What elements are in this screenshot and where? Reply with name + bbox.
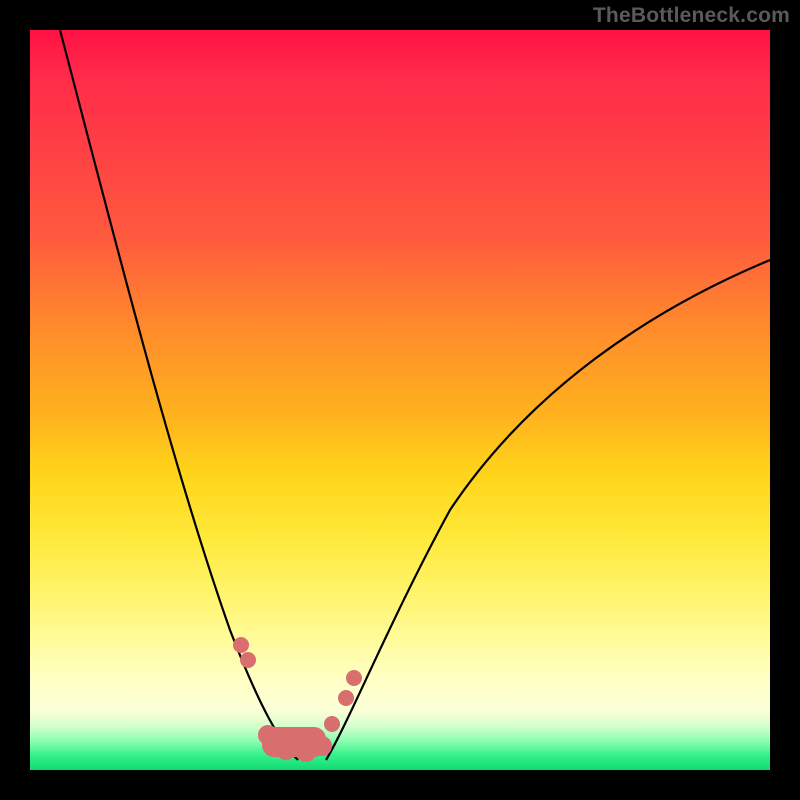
curve-right xyxy=(326,260,770,760)
marker-cluster xyxy=(233,637,362,762)
watermark-text: TheBottleneck.com xyxy=(593,4,790,28)
chart-svg xyxy=(30,30,770,770)
curve-left xyxy=(60,30,298,760)
plot-area xyxy=(30,30,770,770)
chart-stage: TheBottleneck.com xyxy=(0,0,800,800)
